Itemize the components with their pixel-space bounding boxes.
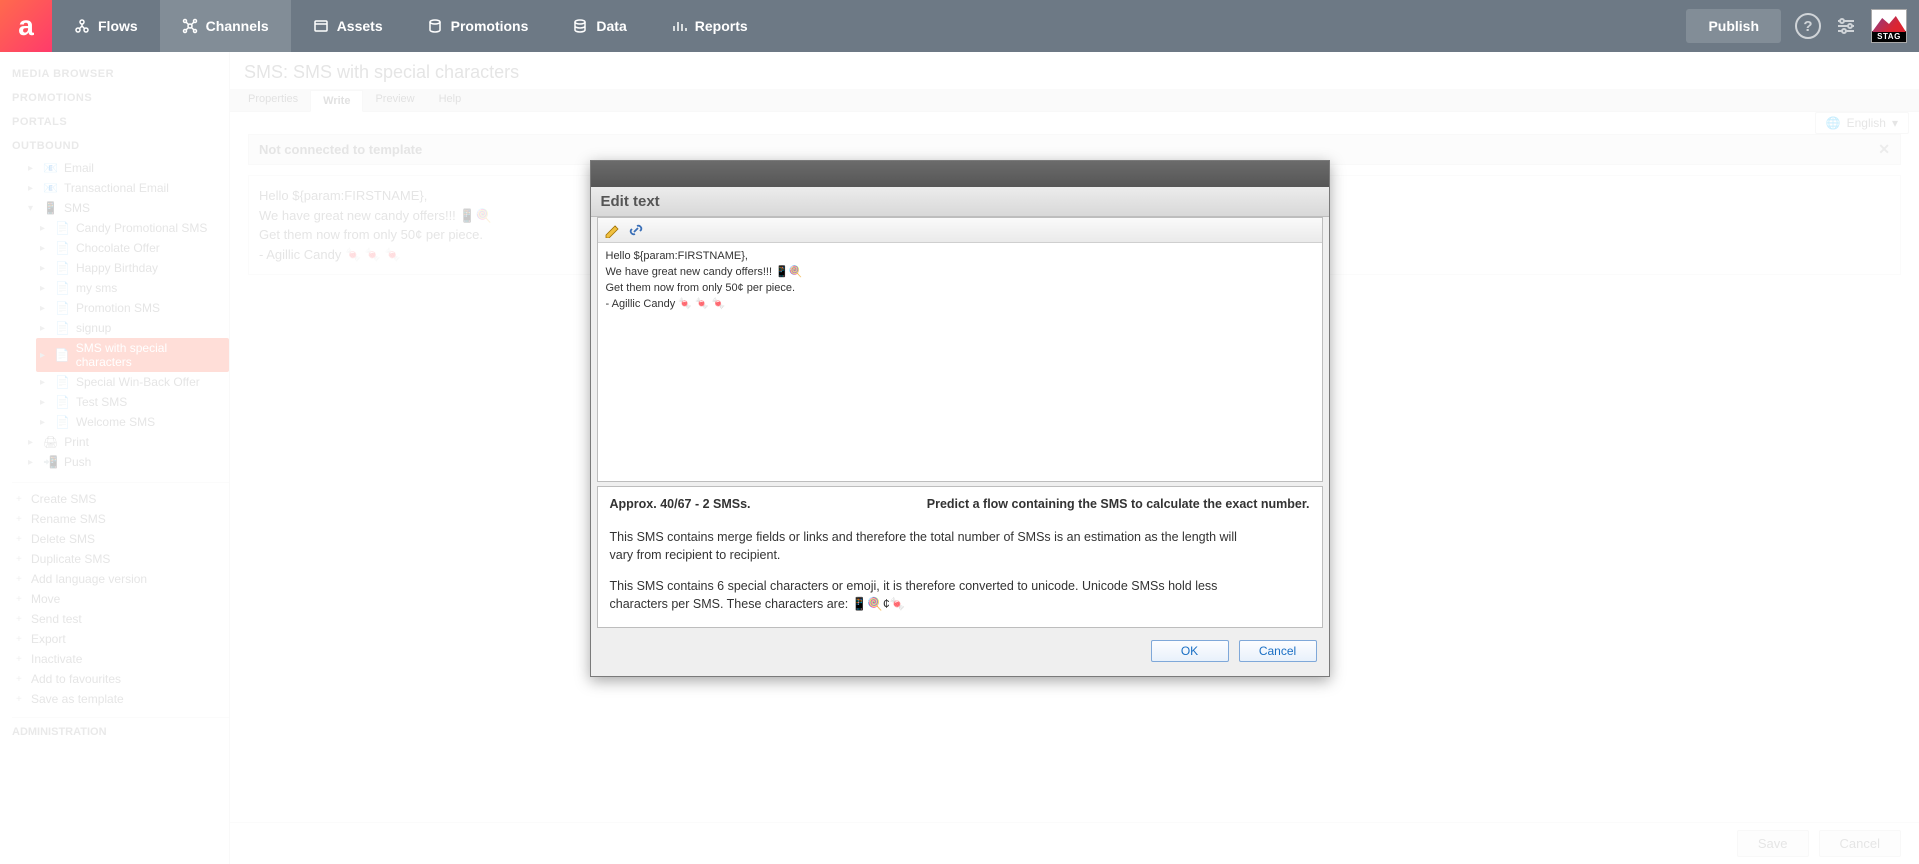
cancel-button[interactable]: Cancel	[1239, 640, 1317, 662]
nav-label: Reports	[695, 18, 748, 34]
environment-label: STAG	[1872, 31, 1906, 42]
nav-right: Publish ? STAG	[1686, 0, 1919, 52]
clear-formatting-icon[interactable]	[604, 222, 620, 238]
nav-items: Flows Channels Assets Promotions Data	[52, 0, 770, 52]
nav-flows[interactable]: Flows	[52, 0, 160, 52]
dialog-titlebar-chrome[interactable]	[591, 161, 1329, 187]
assets-icon	[313, 18, 329, 34]
merge-field-note: This SMS contains merge fields or links …	[610, 529, 1250, 564]
dialog-title: Edit text	[591, 187, 1329, 217]
dialog-footer: OK Cancel	[591, 628, 1329, 676]
data-icon	[572, 18, 588, 34]
reports-icon	[671, 18, 687, 34]
nav-label: Data	[596, 18, 626, 34]
nav-assets[interactable]: Assets	[291, 0, 405, 52]
flows-icon	[74, 18, 90, 34]
nav-label: Channels	[206, 18, 269, 34]
promotions-icon	[427, 18, 443, 34]
unicode-note: This SMS contains 6 special characters o…	[610, 578, 1250, 613]
sms-count-text: Approx. 40/67 - 2 SMSs.	[610, 497, 751, 511]
nav-label: Assets	[337, 18, 383, 34]
ok-button[interactable]: OK	[1151, 640, 1229, 662]
editor-wrap: Hello ${param:FIRSTNAME}, We have great …	[597, 217, 1323, 482]
editor-toolbar	[598, 218, 1322, 243]
channels-icon	[182, 18, 198, 34]
editor-textarea[interactable]: Hello ${param:FIRSTNAME}, We have great …	[598, 243, 1322, 481]
help-icon[interactable]: ?	[1795, 13, 1821, 39]
nav-promotions[interactable]: Promotions	[405, 0, 551, 52]
nav-channels[interactable]: Channels	[160, 0, 291, 52]
edit-text-dialog: Edit text Hello ${param:FIRSTNAME}, We h…	[590, 160, 1330, 677]
app-logo[interactable]: a	[0, 0, 52, 52]
publish-button[interactable]: Publish	[1686, 9, 1781, 43]
info-panel: Approx. 40/67 - 2 SMSs. Predict a flow c…	[597, 486, 1323, 628]
settings-sliders-icon[interactable]	[1835, 15, 1857, 37]
nav-data[interactable]: Data	[550, 0, 648, 52]
predict-hint: Predict a flow containing the SMS to cal…	[927, 497, 1310, 511]
top-nav: a Flows Channels Assets Promotions	[0, 0, 1919, 52]
insert-link-icon[interactable]	[628, 222, 644, 238]
nav-reports[interactable]: Reports	[649, 0, 770, 52]
nav-label: Promotions	[451, 18, 529, 34]
environment-badge[interactable]: STAG	[1871, 9, 1907, 43]
nav-label: Flows	[98, 18, 138, 34]
